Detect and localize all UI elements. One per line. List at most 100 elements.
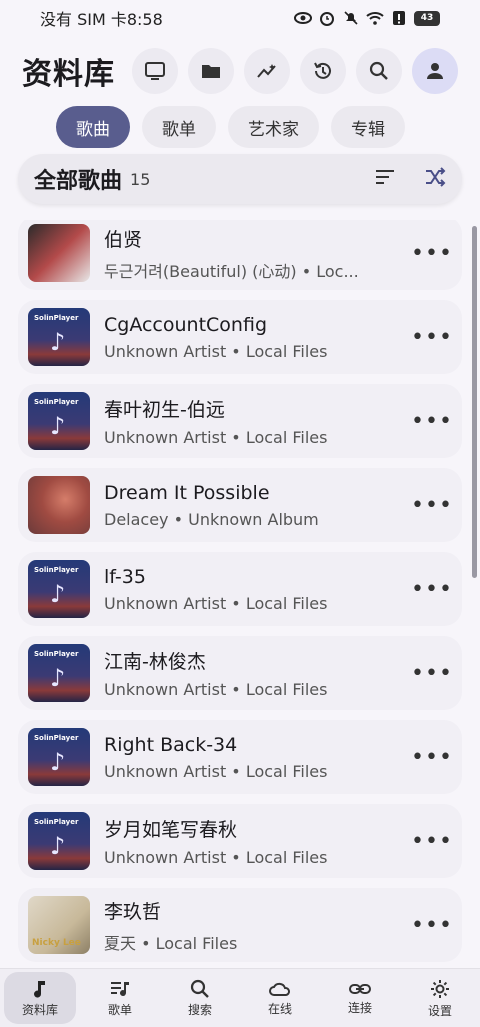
song-list: 伯贤 두근거려(Beautiful) (心动) • Loc... ••• Sol…	[18, 220, 464, 968]
song-subtitle: 夏天 • Local Files	[104, 933, 238, 953]
song-item[interactable]: 伯贤 두근거려(Beautiful) (心动) • Loc... •••	[18, 220, 462, 290]
music-note-icon	[34, 980, 45, 998]
mute-icon	[342, 9, 360, 27]
search-button[interactable]	[356, 48, 402, 94]
song-title: lf-35	[104, 565, 146, 588]
status-bar: 没有 SIM 卡8:58 43	[0, 0, 480, 36]
song-subtitle: Unknown Artist • Local Files	[104, 428, 328, 447]
status-carrier-time: 没有 SIM 卡8:58	[40, 10, 163, 29]
page-title: 资料库	[22, 57, 115, 92]
cast-button[interactable]	[132, 48, 178, 94]
music-note-icon: ♪	[50, 412, 66, 440]
song-subtitle: 두근거려(Beautiful) (心动) • Loc...	[104, 261, 359, 281]
album-cover: Nicky Lee	[28, 896, 90, 954]
more-options-button[interactable]: •••	[411, 241, 452, 266]
tab-songs[interactable]: 歌曲	[56, 106, 130, 148]
music-note-icon: ♪	[50, 832, 66, 860]
music-note-icon: ♪	[50, 328, 66, 356]
music-note-icon: ♪	[50, 748, 66, 776]
nav-label: 资料库	[21, 1002, 58, 1017]
bottom-navigation: 资料库 歌单 搜索 在线 连接 设置	[0, 968, 480, 1027]
section-title: 全部歌曲	[34, 169, 123, 194]
song-title: 江南-林俊杰	[104, 651, 206, 673]
nav-search[interactable]: 搜索	[164, 972, 236, 1024]
cloud-icon	[269, 982, 290, 996]
history-button[interactable]	[300, 48, 346, 94]
song-item[interactable]: SolinPlayer ♪ 春叶初生-伯远 Unknown Artist • L…	[18, 384, 462, 458]
more-options-button[interactable]: •••	[411, 745, 452, 770]
stats-icon	[257, 64, 276, 78]
more-options-button[interactable]: •••	[411, 409, 452, 434]
sort-button[interactable]	[374, 168, 396, 190]
more-options-button[interactable]: •••	[411, 829, 452, 854]
folder-icon	[202, 65, 220, 78]
search-icon	[369, 61, 388, 80]
nav-settings[interactable]: 设置	[404, 972, 476, 1024]
account-button[interactable]	[412, 48, 458, 94]
cover-text: SolinPlayer	[34, 398, 79, 406]
more-options-button[interactable]: •••	[411, 493, 452, 518]
nav-library[interactable]: 资料库	[4, 972, 76, 1024]
tab-playlists[interactable]: 歌单	[142, 106, 216, 148]
tab-albums[interactable]: 专辑	[331, 106, 405, 148]
nav-connect[interactable]: 连接	[324, 972, 396, 1024]
eye-icon	[294, 9, 312, 27]
more-options-button[interactable]: •••	[411, 913, 452, 938]
app-header: 资料库	[0, 44, 480, 98]
song-subtitle: Unknown Artist • Local Files	[104, 341, 328, 361]
more-options-button[interactable]: •••	[411, 325, 452, 350]
nav-playlists[interactable]: 歌单	[84, 972, 156, 1024]
gear-icon	[431, 979, 449, 998]
album-cover: SolinPlayer ♪	[28, 812, 90, 870]
sort-icon	[376, 170, 394, 184]
nav-online[interactable]: 在线	[244, 972, 316, 1024]
song-item[interactable]: SolinPlayer ♪ Right Back-34 Unknown Arti…	[18, 720, 462, 794]
account-icon	[427, 63, 443, 79]
cover-text: SolinPlayer	[34, 650, 79, 658]
cover-text: SolinPlayer	[34, 566, 79, 574]
all-songs-header: 全部歌曲 15	[18, 154, 462, 204]
song-title: CgAccountConfig	[104, 313, 268, 336]
album-cover: SolinPlayer ♪	[28, 308, 90, 366]
playlist-icon	[111, 981, 129, 996]
history-icon	[314, 62, 331, 79]
song-title: 春叶初生-伯远	[104, 399, 225, 421]
nav-label: 歌单	[107, 1002, 132, 1017]
search-icon	[190, 979, 209, 998]
song-item[interactable]: Nicky Lee 李玖哲 夏天 • Local Files •••	[18, 888, 462, 962]
song-subtitle: Delacey • Unknown Album	[104, 509, 319, 529]
song-item[interactable]: SolinPlayer ♪ 江南-林俊杰 Unknown Artist • Lo…	[18, 636, 462, 710]
tab-artists[interactable]: 艺术家	[228, 106, 319, 148]
nav-label: 连接	[347, 1000, 372, 1015]
alarm-icon	[318, 9, 336, 27]
stats-button[interactable]	[244, 48, 290, 94]
more-options-button[interactable]: •••	[411, 661, 452, 686]
battery-icon: 43	[414, 10, 440, 26]
song-count: 15	[130, 169, 151, 189]
link-icon	[349, 983, 371, 994]
list-scrollbar[interactable]	[472, 226, 477, 578]
song-item[interactable]: SolinPlayer ♪ 岁月如笔写春秋 Unknown Artist • L…	[18, 804, 462, 878]
more-options-button[interactable]: •••	[411, 577, 452, 602]
song-item[interactable]: Dream It Possible Delacey • Unknown Albu…	[18, 468, 462, 542]
tv-icon	[145, 62, 165, 80]
cover-text: SolinPlayer	[34, 818, 79, 826]
library-tabs: 歌曲 歌单 艺术家 专辑	[56, 106, 405, 148]
album-cover	[28, 224, 90, 282]
song-item[interactable]: SolinPlayer ♪ lf-35 Unknown Artist • Loc…	[18, 552, 462, 626]
song-subtitle: Unknown Artist • Local Files	[104, 680, 328, 699]
song-title: Dream It Possible	[104, 481, 270, 504]
cover-text: SolinPlayer	[34, 734, 79, 742]
nav-label: 设置	[427, 1003, 452, 1018]
album-cover: SolinPlayer ♪	[28, 644, 90, 702]
wifi-icon	[366, 9, 384, 27]
folder-button[interactable]	[188, 48, 234, 94]
song-title: 岁月如笔写春秋	[104, 819, 238, 841]
shuffle-icon	[426, 167, 446, 187]
song-title: 李玖哲	[104, 900, 162, 923]
shuffle-button[interactable]	[424, 167, 446, 191]
album-cover: SolinPlayer ♪	[28, 728, 90, 786]
song-item[interactable]: SolinPlayer ♪ CgAccountConfig Unknown Ar…	[18, 300, 462, 374]
album-cover	[28, 476, 90, 534]
song-subtitle: Unknown Artist • Local Files	[104, 848, 328, 867]
